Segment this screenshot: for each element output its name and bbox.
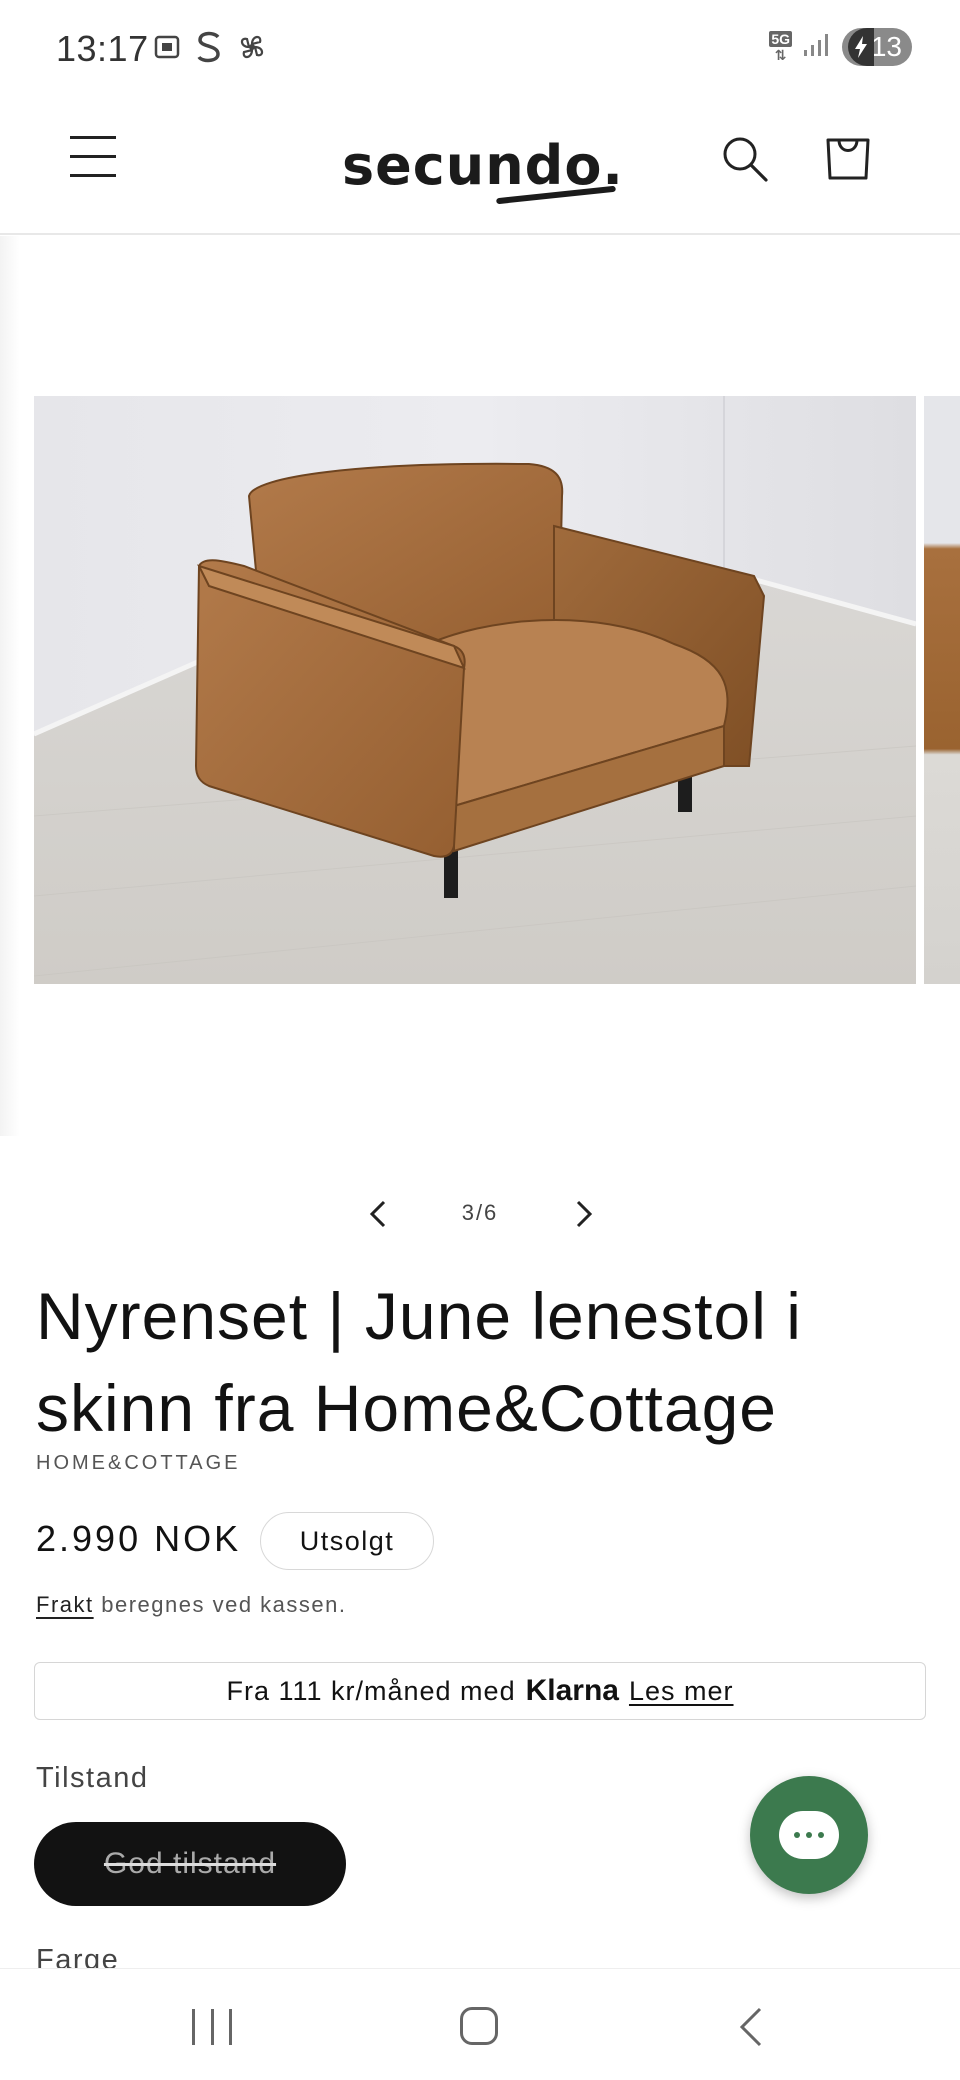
- chevron-left-icon: [369, 1200, 386, 1228]
- shipping-text: beregnes ved kassen.: [93, 1592, 347, 1617]
- product-gallery[interactable]: [0, 236, 960, 1136]
- product-price: 2.990 NOK: [36, 1518, 242, 1559]
- menu-button[interactable]: [70, 136, 116, 180]
- recent-apps-icon: [192, 2009, 195, 2045]
- back-button[interactable]: [736, 2005, 766, 2049]
- status-notification-icons: [152, 30, 268, 64]
- next-image-button[interactable]: [566, 1194, 600, 1234]
- pinwheel-icon: [236, 31, 268, 63]
- chevron-right-icon: [576, 1200, 593, 1228]
- sold-out-badge: Utsolgt: [260, 1512, 434, 1570]
- product-title: Nyrenset | June lenestol i skinn fra Hom…: [36, 1279, 802, 1445]
- status-bar: 13:17 5G ⇅ 13: [0, 0, 960, 100]
- site-header: secundo.: [0, 100, 960, 235]
- status-system-icons: 5G ⇅ 13: [769, 28, 912, 66]
- shipping-note: Frakt beregnes ved kassen.: [36, 1592, 347, 1618]
- product-vendor: HOME&COTTAGE: [36, 1452, 241, 1474]
- network-5g-icon: 5G ⇅: [769, 31, 792, 63]
- previous-image-button[interactable]: [362, 1194, 396, 1234]
- previous-slide-edge: [0, 236, 20, 1136]
- armchair-photo: [34, 396, 916, 984]
- search-button[interactable]: [720, 134, 770, 184]
- gallery-controls: 3/6: [0, 1190, 960, 1240]
- cart-icon: [826, 138, 870, 180]
- klarna-read-more-link[interactable]: Les mer: [629, 1676, 734, 1707]
- slide-counter: 3/6: [461, 1200, 499, 1225]
- condition-option-button[interactable]: God tilstand: [34, 1822, 346, 1906]
- product-image[interactable]: [34, 396, 916, 984]
- klarna-text: Fra 111 kr/måned med: [226, 1675, 516, 1706]
- condition-label: Tilstand: [36, 1762, 149, 1794]
- chat-bubble-icon: [779, 1811, 839, 1859]
- chat-button[interactable]: [750, 1776, 868, 1894]
- back-icon: [739, 2007, 762, 2047]
- cart-button[interactable]: [824, 130, 872, 182]
- screenshot-icon: [152, 32, 182, 62]
- search-icon: [723, 137, 768, 182]
- logo-text: secundo.: [342, 134, 624, 197]
- recent-apps-button[interactable]: [192, 2009, 232, 2045]
- battery-level: 13: [870, 31, 902, 62]
- home-button[interactable]: [460, 2007, 498, 2045]
- s-app-icon: [196, 30, 222, 64]
- status-time: 13:17: [56, 28, 149, 69]
- system-navigation-bar: [0, 1968, 960, 2080]
- signal-icon: [802, 32, 832, 63]
- charging-icon: [848, 28, 874, 66]
- shipping-link[interactable]: Frakt: [36, 1592, 94, 1617]
- menu-icon: [70, 136, 116, 177]
- klarna-logo: Klarna: [525, 1674, 619, 1707]
- site-logo[interactable]: secundo.: [336, 120, 626, 210]
- battery-indicator: 13: [842, 28, 912, 66]
- next-slide-peek: [924, 396, 960, 984]
- klarna-banner: Fra 111 kr/måned med Klarna Les mer: [34, 1662, 926, 1720]
